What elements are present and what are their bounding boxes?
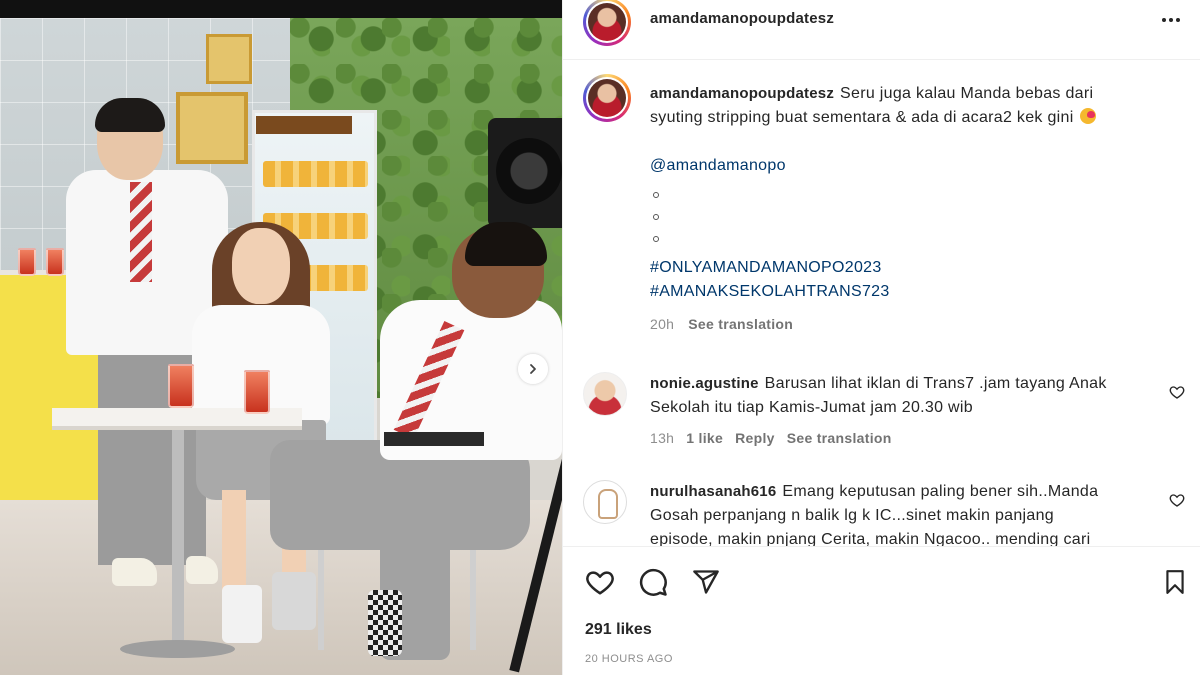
post-photo[interactable] xyxy=(0,0,562,675)
person-standing-shoe xyxy=(112,558,157,586)
person-standing-tie xyxy=(130,182,152,282)
comment-text: Emang keputusan paling bener sih..Manda xyxy=(782,483,1099,500)
caption-text: Seru juga kalau Manda bebas dari xyxy=(840,85,1094,102)
hashtag-list: #ONLYAMANDAMANOPO2023 #AMANAKSEKOLAHTRAN… xyxy=(650,256,1170,304)
photo-top-bar xyxy=(0,0,562,18)
reply-button[interactable]: Reply xyxy=(735,426,775,450)
comments-section[interactable]: amandamanopoupdatesz Seru juga kalau Mand… xyxy=(563,60,1200,546)
comment-time[interactable]: 13h xyxy=(650,426,674,450)
comment-body: nonie.agustine Barusan lihat iklan di Tra… xyxy=(650,372,1150,450)
photo-camera xyxy=(488,118,562,228)
bookmark-icon xyxy=(1166,570,1184,594)
mention-link[interactable]: @amandamanopo xyxy=(650,154,1170,178)
more-dots-icon xyxy=(1162,18,1180,22)
person-girl-shoe xyxy=(222,585,262,643)
post-actions: 291 likes 20 HOURS AGO xyxy=(563,546,1200,675)
smiling-face-with-hearts-emoji-icon xyxy=(1078,107,1098,125)
comment-meta: 13h 1 like Reply See translation xyxy=(650,426,1150,450)
photo-table-base xyxy=(120,640,235,658)
drink-glass xyxy=(46,248,64,276)
bullet-dot xyxy=(653,192,659,198)
person-girl-leg xyxy=(222,490,246,590)
save-button[interactable] xyxy=(1158,565,1192,599)
commenter-avatar[interactable] xyxy=(583,480,627,524)
person-standing-hair xyxy=(95,98,165,132)
avatar[interactable] xyxy=(583,0,631,46)
like-button[interactable] xyxy=(583,565,617,599)
photo-table-leg xyxy=(172,430,184,645)
share-icon xyxy=(693,570,719,594)
caption-bullets xyxy=(650,192,1170,242)
caption-time[interactable]: 20h xyxy=(650,312,674,336)
comment-text: Barusan lihat iklan di Trans7 .jam tayan… xyxy=(764,375,1107,392)
person-girl-head xyxy=(232,228,290,304)
caption-avatar[interactable] xyxy=(583,74,631,122)
person-standing-shoe xyxy=(186,556,218,584)
post-timestamp[interactable]: 20 HOURS AGO xyxy=(585,653,673,665)
more-options-button[interactable] xyxy=(1155,4,1187,36)
person-man-shoe xyxy=(368,590,402,656)
caption-meta: 20h See translation xyxy=(650,312,1170,336)
photo-shelf-box xyxy=(176,92,248,164)
post-detail-panel: amandamanopoupdatesz amandamanopoupdates… xyxy=(562,0,1200,675)
comment-body: nurulhasanah616 Emang keputusan paling be… xyxy=(650,480,1150,546)
hashtag-link[interactable]: #AMANAKSEKOLAHTRANS723 xyxy=(650,280,1170,304)
next-photo-button[interactable] xyxy=(518,354,548,384)
commenter-avatar[interactable] xyxy=(583,372,627,416)
person-man-belt xyxy=(384,432,484,446)
chair-leg xyxy=(470,540,476,650)
header-username[interactable]: amandamanopoupdatesz xyxy=(650,10,834,27)
drink-glass xyxy=(18,248,36,276)
hashtag-link[interactable]: #ONLYAMANDAMANOPO2023 xyxy=(650,256,1170,280)
likes-count[interactable]: 291 likes xyxy=(585,621,652,639)
heart-icon xyxy=(586,571,614,595)
post-header: amandamanopoupdatesz xyxy=(563,0,1200,60)
comment-icon xyxy=(639,568,667,596)
bullet-dot xyxy=(653,214,659,220)
caption-username[interactable]: amandamanopoupdatesz xyxy=(650,85,834,102)
see-translation-button[interactable]: See translation xyxy=(688,312,793,336)
photo-shelf-box xyxy=(206,34,252,84)
photo-sign xyxy=(256,116,352,134)
bullet-dot xyxy=(653,236,659,242)
like-comment-heart-icon[interactable] xyxy=(1169,384,1185,400)
person-girl-shoe xyxy=(272,572,316,630)
share-button[interactable] xyxy=(689,565,723,599)
caption-text-line2: syuting stripping buat sementara & ada d… xyxy=(650,109,1074,126)
drink-glass xyxy=(244,370,270,414)
comment-username[interactable]: nonie.agustine xyxy=(650,375,759,392)
comment-button[interactable] xyxy=(636,565,670,599)
comment-text-line3: episode, makin pnjang Cerita, makin Ngac… xyxy=(650,531,1091,546)
drink-glass xyxy=(168,364,194,408)
see-translation-button[interactable]: See translation xyxy=(787,426,892,450)
comment-text-line2: Sekolah itu tiap Kamis-Jumat jam 20.30 w… xyxy=(650,399,973,416)
caption-body: amandamanopoupdatesz Seru juga kalau Mand… xyxy=(650,82,1170,336)
like-comment-heart-icon[interactable] xyxy=(1169,492,1185,508)
comment-likes[interactable]: 1 like xyxy=(686,426,723,450)
comment-text-line2: Gosah perpanjang n balik lg k IC...sinet… xyxy=(650,507,1054,524)
comment-username[interactable]: nurulhasanah616 xyxy=(650,483,776,500)
chevron-right-icon xyxy=(530,364,536,374)
